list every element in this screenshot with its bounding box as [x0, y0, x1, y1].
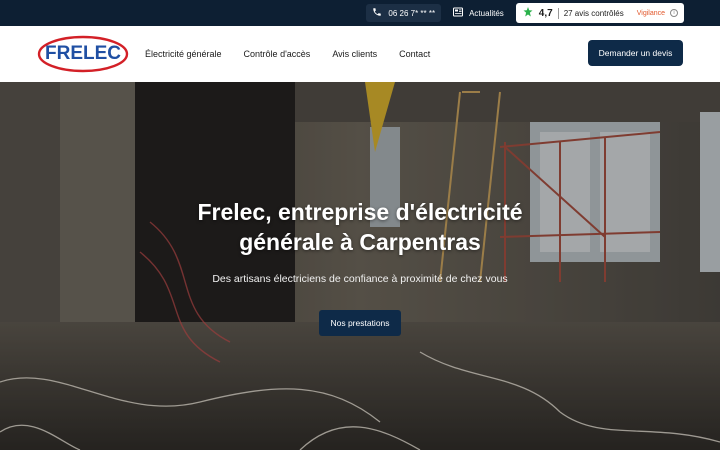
hero-section: Frelec, entreprise d'électricité général… [0, 82, 720, 450]
services-button[interactable]: Nos prestations [319, 310, 401, 336]
phone-number: 06 26 7* ** ** [388, 8, 436, 18]
frelec-logo[interactable]: FRELEC [37, 34, 129, 74]
nav-link-contact[interactable]: Contact [399, 49, 430, 59]
phone-link[interactable]: 06 26 7* ** ** [366, 4, 442, 22]
rating-widget[interactable]: 4,7 27 avis contrôlés Vigilance i [515, 3, 684, 23]
news-label: Actualités [469, 8, 504, 18]
hero-overlay [0, 82, 720, 450]
hero-subtitle: Des artisans électriciens de confiance à… [212, 273, 508, 285]
nav-link-electricite[interactable]: Électricité générale [145, 49, 222, 59]
hero-title-line-1: Frelec, entreprise d'électricité [197, 199, 523, 225]
newspaper-icon [453, 7, 464, 19]
rating-score: 4,7 [538, 7, 553, 19]
top-utility-bar: 06 26 7* ** ** Actualités 4,7 27 avis co… [0, 0, 720, 26]
news-link[interactable]: Actualités [449, 7, 508, 19]
star-leaf-icon [522, 6, 534, 20]
nav-link-controle-acces[interactable]: Contrôle d'accès [244, 49, 311, 59]
main-navbar: FRELEC Électricité générale Contrôle d'a… [0, 26, 720, 82]
rating-divider [557, 7, 559, 19]
hero-title: Frelec, entreprise d'électricité général… [0, 197, 720, 257]
logo-text: FRELEC [45, 43, 121, 64]
phone-icon [372, 7, 382, 19]
nav-link-avis-clients[interactable]: Avis clients [332, 49, 377, 59]
request-quote-button[interactable]: Demander un devis [588, 40, 683, 66]
hero-title-line-2: générale à Carpentras [239, 229, 481, 255]
nav-links: Électricité générale Contrôle d'accès Av… [145, 26, 430, 82]
info-icon[interactable]: i [670, 9, 678, 17]
rating-count: 27 avis contrôlés [563, 8, 624, 18]
vigilance-label: Vigilance [636, 9, 665, 17]
